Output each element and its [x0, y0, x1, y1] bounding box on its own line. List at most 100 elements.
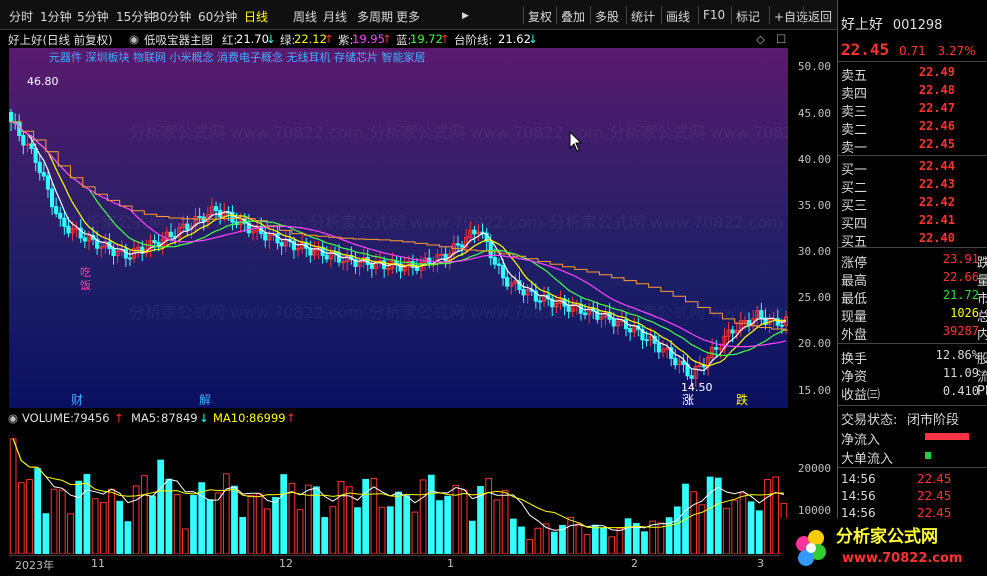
site-logo: 分析家公式网 www.70822.com [780, 518, 987, 576]
current-price: 22.45 [841, 40, 890, 59]
candle-body [58, 212, 63, 219]
bid-row[interactable]: 买二 22.43 [841, 176, 987, 196]
period-tab-4[interactable]: 30分钟 [152, 8, 191, 25]
candle-body [45, 175, 51, 190]
watermark-5: 分析家公式网 www.70822.com [549, 213, 783, 232]
volume-bar [370, 477, 378, 554]
volume-bar [50, 488, 58, 554]
ask-row[interactable]: 卖五 22.49 [841, 64, 987, 84]
ma10-value: 86999 [249, 411, 286, 425]
ask-row[interactable]: 卖一 22.45 [841, 136, 987, 156]
period-tab-0[interactable]: 分时 [9, 8, 33, 25]
period-tab-6[interactable]: 日线 [244, 8, 268, 25]
volume-bar [34, 468, 42, 554]
candle-body [9, 112, 14, 123]
toolbar-divider [523, 6, 524, 24]
watermark-2: 分析家公式网 www.70822.com [609, 123, 788, 142]
stat-row: 净资11.09流通 [841, 365, 987, 385]
volume-bar [764, 479, 771, 554]
candle-body [500, 265, 506, 279]
volume-tick: 20000 [797, 461, 831, 475]
volume-bar [263, 508, 271, 554]
indicator-name[interactable]: 低吸宝器主图 [144, 32, 213, 48]
period-tab-1[interactable]: 1分钟 [40, 8, 72, 25]
volume-chart[interactable] [9, 426, 788, 554]
date-tick: 12 [279, 557, 293, 570]
flower-icon [796, 530, 826, 566]
volume-bar [247, 494, 255, 554]
candle-body [213, 206, 219, 211]
volume-settings-icon[interactable]: ◉ [8, 411, 18, 425]
period-tab-9[interactable]: 多周期 [357, 8, 393, 25]
stock-period-label: 好上好(日线 前复权) [8, 33, 113, 47]
indicator-item-arrow: ↓ [528, 32, 538, 46]
book-separator [838, 155, 987, 156]
tick-price: 22.45 [917, 489, 952, 503]
ma10-line [10, 121, 786, 367]
period-tab-8[interactable]: 月线 [323, 8, 347, 25]
volume-bar [157, 459, 165, 554]
ask-row[interactable]: 卖二 22.46 [841, 118, 987, 138]
toolbar-divider [590, 6, 591, 24]
ask-label: 卖一 [841, 141, 868, 156]
volume-bar [411, 511, 419, 554]
quote-panel: 好上好 001298 22.45 0.71 3.27% 卖五 22.49 卖四 22.… [838, 0, 987, 576]
ask-row[interactable]: 卖四 22.48 [841, 82, 987, 102]
volume-bar [690, 491, 698, 554]
tool-button-0[interactable]: 复权 [528, 8, 552, 25]
volume-bar [99, 501, 107, 554]
volume-bar [600, 527, 607, 554]
candle-body [21, 134, 26, 146]
volume-bar [608, 536, 616, 554]
period-tab-3[interactable]: 15分钟 [116, 8, 155, 25]
tool-button-6[interactable]: 标记 [736, 8, 760, 25]
stats-separator [838, 247, 987, 248]
big-inflow-row: 大单流入 [841, 447, 987, 467]
tool-button-3[interactable]: 统计 [631, 8, 655, 25]
chart-close-icon[interactable]: ☐ [776, 32, 786, 46]
ticks-separator [838, 467, 987, 468]
tool-button-8[interactable]: 返回 [808, 8, 832, 25]
volume-bar [723, 507, 730, 554]
volume-label: VOLUME: [22, 411, 75, 425]
bid-row[interactable]: 买三 22.42 [841, 194, 987, 214]
tool-button-2[interactable]: 多股 [595, 8, 619, 25]
period-tab-5[interactable]: 60分钟 [198, 8, 237, 25]
period-tab-7[interactable]: 周线 [293, 8, 317, 25]
volume-bar [239, 516, 247, 554]
tool-button-4[interactable]: 画线 [666, 8, 690, 25]
event-marker-2: 涨 [682, 392, 694, 407]
stat-row: 外盘 39287内盘 [841, 323, 987, 343]
bid-row[interactable]: 买五 22.40 [841, 230, 987, 250]
candle-body [644, 339, 649, 342]
volume-bar [58, 489, 66, 554]
bid-row[interactable]: 买四 22.41 [841, 212, 987, 232]
volume-bar [337, 480, 345, 554]
more-arrow-icon[interactable]: ▶ [462, 11, 469, 21]
ask-row[interactable]: 卖三 22.47 [841, 100, 987, 120]
price-change: 0.71 [899, 44, 926, 58]
indicator-settings-icon[interactable]: ◉ [129, 32, 139, 46]
event-marker-3: 跌 [736, 392, 748, 407]
candle-body [263, 232, 268, 241]
volume-bar [485, 477, 493, 554]
candle-body [49, 188, 55, 208]
indicator-item-arrow: ↓ [266, 32, 276, 46]
chart-options-icon[interactable]: ◇ [756, 32, 765, 46]
period-tab-2[interactable]: 5分钟 [77, 8, 109, 25]
watermark-4: 分析家公式网 www.70822.com [309, 213, 543, 232]
volume-bar [550, 531, 558, 554]
logo-svg: 分析家公式网 www.70822.com [796, 526, 963, 566]
volume-value: 79456 [73, 411, 110, 425]
date-tick: 1 [447, 557, 454, 570]
kline-chart[interactable]: 元器件 深圳板块 物联网 小米概念 消费电子概念 无线耳机 存储芯片 智能家居 4… [9, 48, 788, 408]
tool-button-1[interactable]: 叠加 [561, 8, 585, 25]
volume-bar [190, 494, 197, 554]
tool-button-5[interactable]: F10 [703, 8, 725, 22]
stock-code: 001298 [892, 18, 943, 33]
period-tab-10[interactable]: 更多 [396, 8, 420, 25]
watermark-1: 分析家公式网 www.70822.com [369, 123, 603, 142]
volume-bar [354, 507, 361, 554]
tick-row: 14:56 22.45 [841, 488, 987, 506]
bid-row[interactable]: 买一 22.44 [841, 158, 987, 178]
